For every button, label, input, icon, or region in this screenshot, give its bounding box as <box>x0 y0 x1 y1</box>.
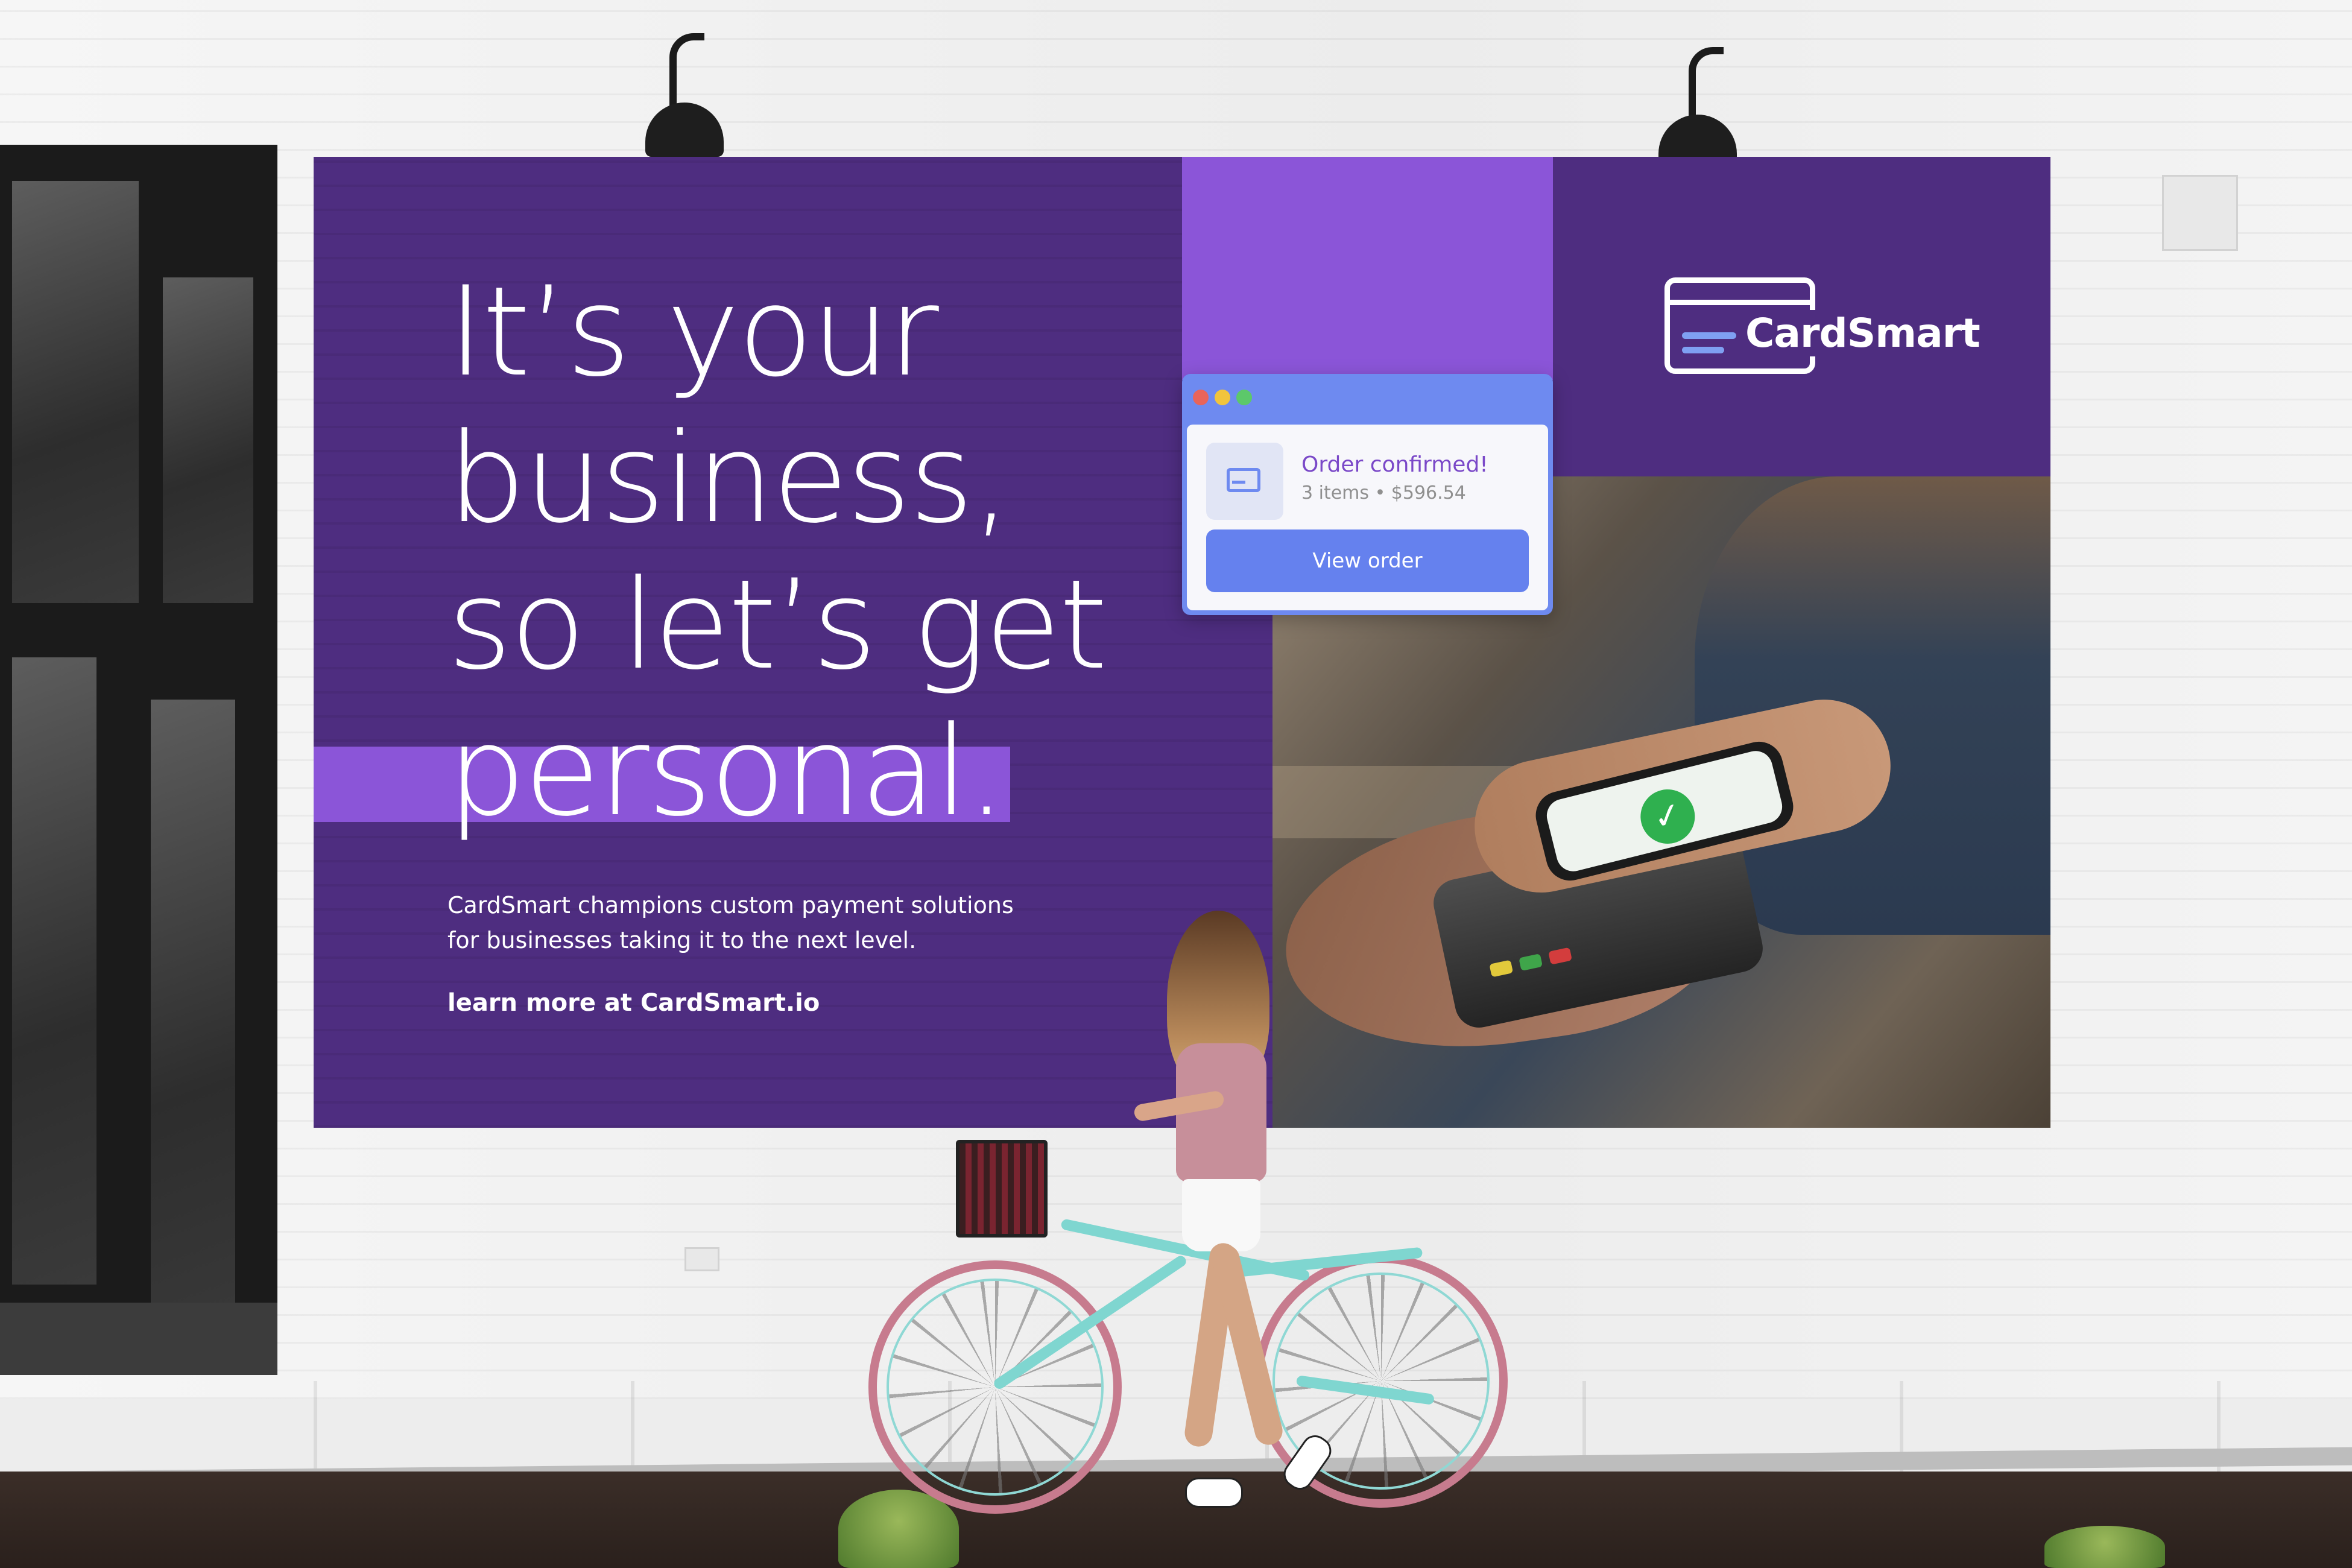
wall-outlet <box>684 1247 719 1271</box>
accent-block <box>1182 157 1553 380</box>
wall-junction-box <box>2162 175 2238 251</box>
card-bar <box>1682 332 1736 339</box>
storefront <box>0 145 277 1375</box>
order-icon-tile <box>1206 443 1283 520</box>
terminal-key <box>1519 953 1543 972</box>
window-pane <box>12 181 139 603</box>
terminal-key <box>1489 959 1514 978</box>
checkmark-icon: ✓ <box>1634 783 1701 850</box>
door-glass <box>151 700 235 1351</box>
plant <box>2044 1526 2165 1568</box>
window-dot-red <box>1193 390 1209 405</box>
soil-bed <box>0 1472 2352 1568</box>
window-dot-green <box>1236 390 1252 405</box>
bike-basket <box>956 1140 1048 1238</box>
customer-figure <box>1695 476 2050 935</box>
window-pane <box>163 277 253 603</box>
storefront-base <box>0 1303 277 1375</box>
headline-line: It’s your <box>447 261 939 404</box>
woman-shoe <box>1185 1478 1243 1508</box>
cta-link[interactable]: learn more at CardSmart.io <box>447 989 820 1017</box>
headline-line: personal. <box>447 700 1006 844</box>
order-meta: 3 items • $596.54 <box>1301 482 1466 504</box>
window-dot-yellow <box>1215 390 1230 405</box>
view-order-button[interactable]: View order <box>1206 530 1529 592</box>
brand-name: CardSmart <box>1742 310 1984 356</box>
cardsmart-logo: CardSmart <box>1664 277 2002 380</box>
card-bar <box>1682 347 1724 353</box>
body-line: for businesses taking it to the next lev… <box>447 927 917 953</box>
order-panel: Order confirmed! 3 items • $596.54 View … <box>1187 425 1548 610</box>
credit-card-icon <box>1227 468 1260 492</box>
order-title: Order confirmed! <box>1301 452 1488 477</box>
door-glass <box>12 657 96 1285</box>
headline-line: so let’s get <box>447 554 1108 697</box>
body-copy: CardSmart champions custom payment solut… <box>447 888 1141 958</box>
headline-line: business, <box>447 407 1011 551</box>
card-stripe <box>1664 300 1815 305</box>
headline: It’s your business, so let’s get persona… <box>447 259 1171 846</box>
order-confirmation-card: Order confirmed! 3 items • $596.54 View … <box>1182 374 1553 615</box>
terminal-key <box>1548 947 1572 965</box>
body-line: CardSmart champions custom payment solut… <box>447 892 1014 918</box>
woman-shorts <box>1182 1179 1260 1251</box>
